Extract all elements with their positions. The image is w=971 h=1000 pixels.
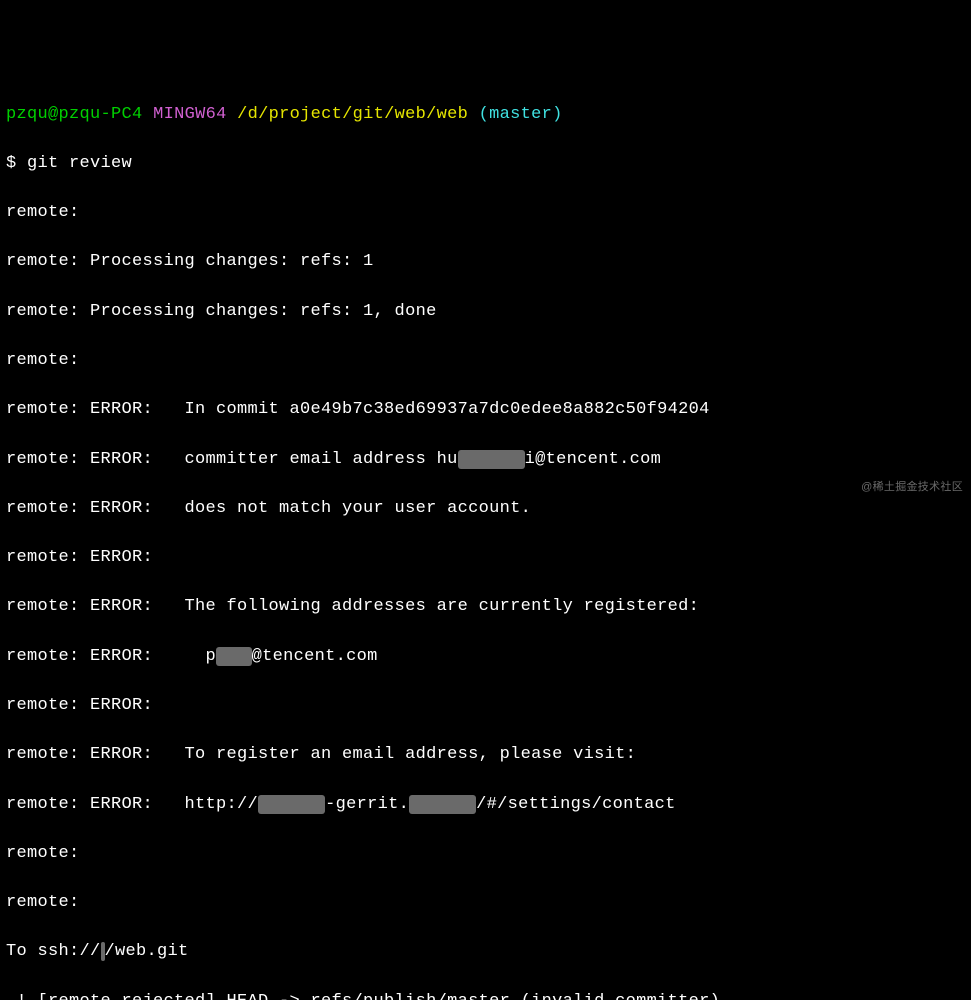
- output-line: remote:: [6, 349, 965, 374]
- redacted-text: ██████: [458, 450, 525, 469]
- branch: (master): [479, 105, 563, 124]
- redacted-text: ███: [216, 647, 252, 666]
- output-line: To ssh:///web.git: [6, 940, 965, 965]
- output-line: remote: ERROR: The following addresses a…: [6, 595, 965, 620]
- output-line: remote: ERROR:: [6, 546, 965, 571]
- output-line: remote: ERROR: http://██████-gerrit.██.█…: [6, 793, 965, 818]
- output-line: remote:: [6, 891, 965, 916]
- command-line: $ git review: [6, 152, 965, 177]
- output-line: remote: ERROR: committer email address h…: [6, 448, 965, 473]
- shell-env: MINGW64: [153, 105, 227, 124]
- user-host: pzqu@pzqu-PC4: [6, 105, 143, 124]
- shell-prompt: pzqu@pzqu-PC4 MINGW64 /d/project/git/web…: [6, 103, 965, 128]
- output-line: remote: ERROR: p███@tencent.com: [6, 645, 965, 670]
- output-line: remote: Processing changes: refs: 1: [6, 250, 965, 275]
- output-line: remote:: [6, 842, 965, 867]
- output-line: remote:: [6, 201, 965, 226]
- watermark: @稀土掘金技术社区: [861, 480, 963, 496]
- output-line: remote: ERROR: In commit a0e49b7c38ed699…: [6, 398, 965, 423]
- output-line: remote: ERROR: does not match your user …: [6, 497, 965, 522]
- output-line: remote: Processing changes: refs: 1, don…: [6, 300, 965, 325]
- cwd: /d/project/git/web/web: [237, 105, 468, 124]
- redacted-text: ██.███: [409, 795, 476, 814]
- redacted-text: ██████: [258, 795, 325, 814]
- output-line: remote: ERROR: To register an email addr…: [6, 743, 965, 768]
- output-line: remote: ERROR:: [6, 694, 965, 719]
- output-line: ! [remote rejected] HEAD -> refs/publish…: [6, 990, 965, 1000]
